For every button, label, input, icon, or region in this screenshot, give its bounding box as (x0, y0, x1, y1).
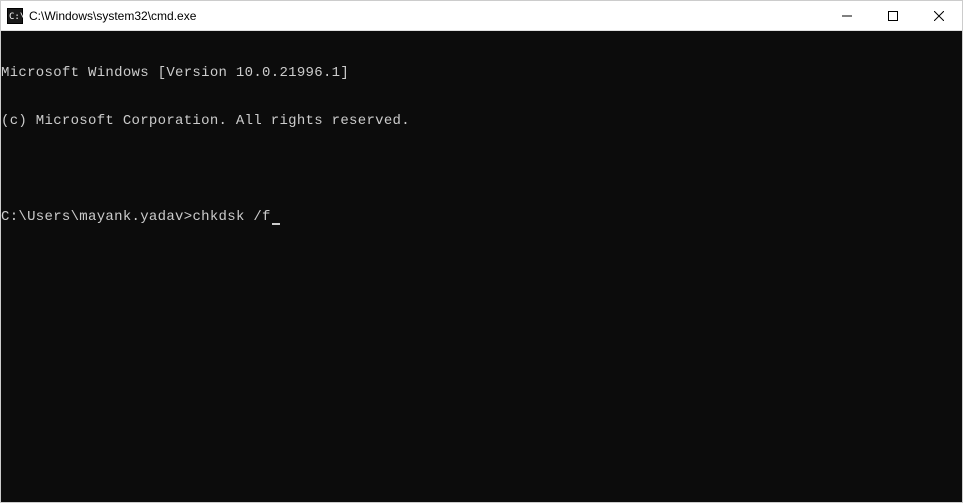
cursor (272, 223, 280, 225)
terminal-output-line: (c) Microsoft Corporation. All rights re… (1, 113, 962, 129)
terminal-prompt: C:\Users\mayank.yadav> (1, 209, 192, 225)
cmd-window: C:\ C:\Windows\system32\cmd.exe Microsof… (0, 0, 963, 503)
close-button[interactable] (916, 1, 962, 30)
terminal-blank-line (1, 161, 962, 177)
titlebar[interactable]: C:\ C:\Windows\system32\cmd.exe (1, 1, 962, 31)
terminal-output-line: Microsoft Windows [Version 10.0.21996.1] (1, 65, 962, 81)
terminal-area[interactable]: Microsoft Windows [Version 10.0.21996.1]… (1, 31, 962, 502)
svg-text:C:\: C:\ (9, 12, 23, 22)
window-title: C:\Windows\system32\cmd.exe (29, 9, 196, 23)
terminal-prompt-line: C:\Users\mayank.yadav>chkdsk /f (1, 209, 962, 225)
cmd-icon: C:\ (7, 8, 23, 24)
maximize-button[interactable] (870, 1, 916, 30)
terminal-command: chkdsk /f (192, 209, 270, 225)
window-controls (824, 1, 962, 30)
minimize-button[interactable] (824, 1, 870, 30)
